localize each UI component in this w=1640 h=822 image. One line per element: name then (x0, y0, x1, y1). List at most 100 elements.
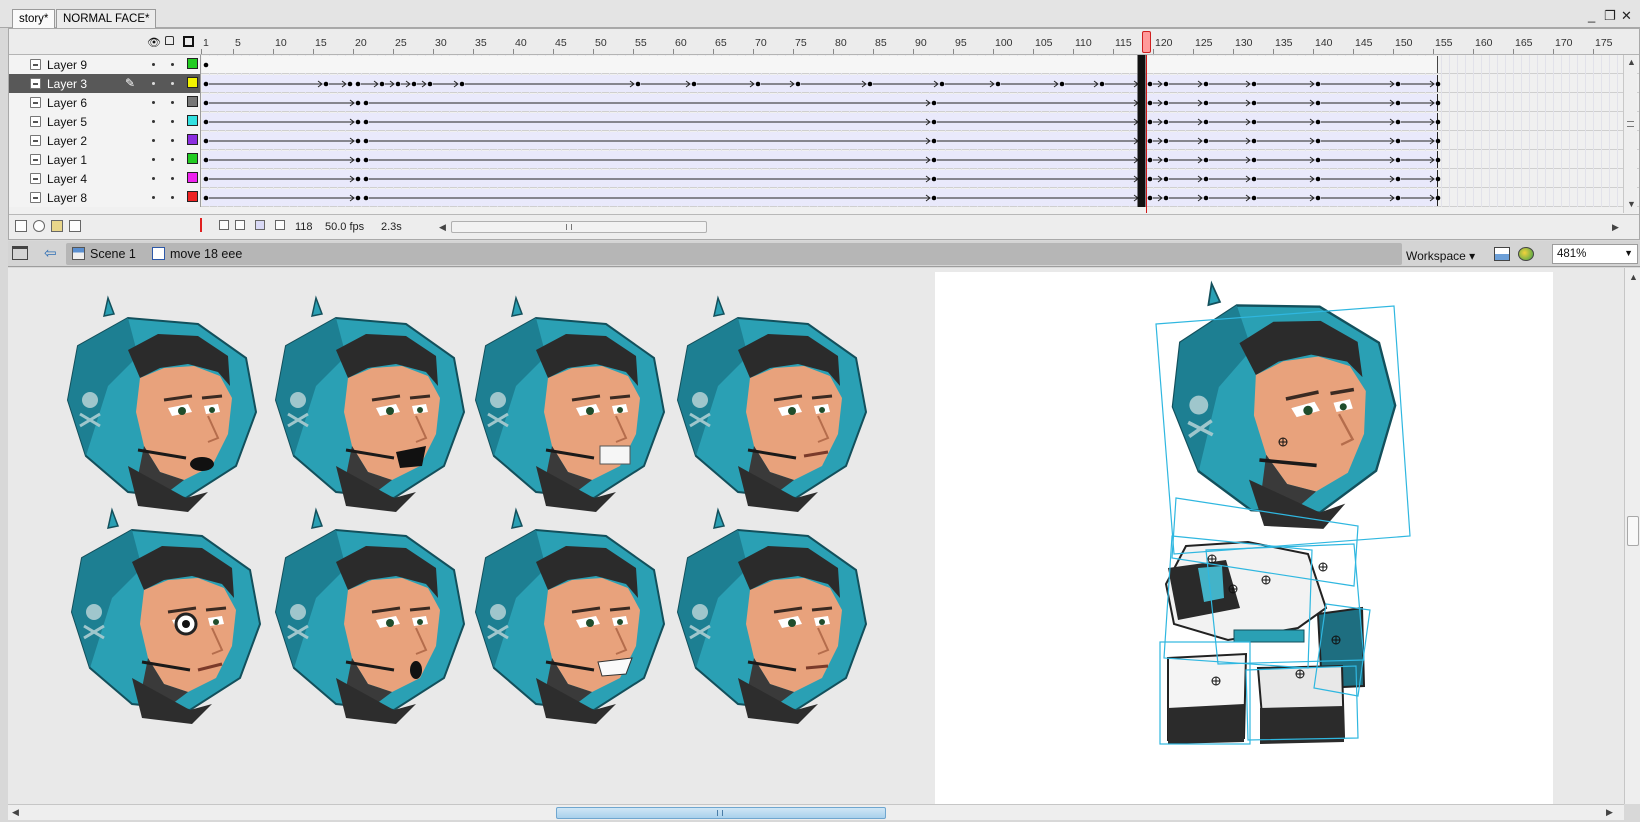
layer-outline-color[interactable] (187, 96, 198, 107)
layer-outline-color[interactable] (187, 115, 198, 126)
face-expression-2[interactable] (274, 296, 466, 514)
character-selected[interactable] (1155, 269, 1411, 745)
keyframe[interactable] (1147, 119, 1153, 125)
layer-header[interactable]: Layer 6 (9, 93, 201, 112)
keyframe[interactable] (1251, 81, 1257, 87)
layer-name[interactable]: Layer 3 (47, 77, 87, 91)
keyframe[interactable] (1435, 176, 1441, 182)
keyframe[interactable] (363, 100, 369, 106)
keyframe[interactable] (1395, 195, 1401, 201)
visibility-toggle[interactable] (152, 82, 155, 85)
keyframe[interactable] (1147, 81, 1153, 87)
minimize-button[interactable]: _ (1588, 8, 1595, 23)
current-frame-cell[interactable] (1137, 93, 1146, 112)
layer-header[interactable]: Layer 3 ✎ (9, 74, 201, 93)
keyframe[interactable] (867, 81, 873, 87)
lock-icon[interactable] (165, 36, 174, 45)
keyframe[interactable] (1315, 100, 1321, 106)
edit-scene-icon[interactable] (1518, 247, 1534, 261)
new-folder-icon[interactable] (51, 220, 63, 232)
layer-name[interactable]: Layer 4 (47, 172, 87, 186)
keyframe[interactable] (355, 100, 361, 106)
keyframe[interactable] (355, 157, 361, 163)
lock-toggle[interactable] (171, 139, 174, 142)
current-frame-cell[interactable] (1137, 74, 1146, 93)
keyframe[interactable] (635, 81, 641, 87)
timeline-toggle-icon[interactable] (12, 246, 28, 260)
keyframe[interactable] (1251, 100, 1257, 106)
layer-outline-color[interactable] (187, 77, 198, 88)
keyframe[interactable] (1251, 195, 1257, 201)
lock-toggle[interactable] (171, 63, 174, 66)
layer-header[interactable]: Layer 1 (9, 150, 201, 169)
keyframe[interactable] (1315, 157, 1321, 163)
keyframe[interactable] (363, 195, 369, 201)
visibility-toggle[interactable] (152, 101, 155, 104)
keyframe[interactable] (931, 157, 937, 163)
playhead[interactable] (1142, 31, 1151, 53)
lock-toggle[interactable] (171, 82, 174, 85)
keyframe[interactable] (1315, 176, 1321, 182)
scroll-right-icon[interactable]: ▶ (1612, 222, 1619, 233)
keyframe[interactable] (1203, 176, 1209, 182)
keyframe[interactable] (931, 119, 937, 125)
keyframe[interactable] (363, 119, 369, 125)
keyframe[interactable] (395, 81, 401, 87)
breadcrumb-scene[interactable]: Scene 1 (90, 247, 136, 261)
new-layer-icon[interactable] (15, 220, 27, 232)
layer-row[interactable]: Layer 4 (9, 169, 1639, 188)
keyframe[interactable] (1203, 100, 1209, 106)
keyframe[interactable] (355, 119, 361, 125)
motion-guide-icon[interactable] (33, 220, 45, 232)
lock-toggle[interactable] (171, 177, 174, 180)
layer-frames[interactable] (202, 55, 1639, 74)
keyframe[interactable] (1163, 100, 1169, 106)
layer-name[interactable]: Layer 5 (47, 115, 87, 129)
modify-markers-icon[interactable] (275, 220, 285, 230)
keyframe[interactable] (1251, 119, 1257, 125)
layer-frames[interactable] (202, 169, 1639, 188)
keyframe[interactable] (1163, 119, 1169, 125)
back-arrow-icon[interactable]: ⇦ (44, 244, 57, 262)
current-frame-cell[interactable] (1137, 131, 1146, 150)
stage-vertical-scrollbar[interactable]: ▲ (1624, 268, 1640, 804)
keyframe[interactable] (1435, 195, 1441, 201)
keyframe[interactable] (1147, 100, 1153, 106)
keyframe[interactable] (363, 138, 369, 144)
visibility-toggle[interactable] (152, 196, 155, 199)
frame-rate-value[interactable]: 50.0 fps (325, 221, 364, 233)
face-expression-4[interactable] (676, 296, 868, 514)
keyframe[interactable] (203, 176, 209, 182)
stage[interactable] (8, 268, 1624, 804)
visibility-toggle[interactable] (152, 120, 155, 123)
eye-icon[interactable]: 👁 (147, 36, 161, 49)
current-frame-cell[interactable] (1137, 112, 1146, 131)
layer-frames[interactable] (202, 188, 1639, 207)
keyframe[interactable] (355, 176, 361, 182)
keyframe[interactable] (691, 81, 697, 87)
outline-icon[interactable] (183, 36, 194, 47)
keyframe[interactable] (1147, 138, 1153, 144)
layer-header[interactable]: Layer 5 (9, 112, 201, 131)
keyframe[interactable] (1395, 157, 1401, 163)
visibility-toggle[interactable] (152, 63, 155, 66)
edit-symbols-icon[interactable] (1494, 247, 1510, 261)
keyframe[interactable] (931, 176, 937, 182)
keyframe[interactable] (203, 81, 209, 87)
layer-name[interactable]: Layer 8 (47, 191, 87, 205)
keyframe[interactable] (355, 195, 361, 201)
layer-header[interactable]: Layer 8 (9, 188, 201, 207)
keyframe[interactable] (1251, 157, 1257, 163)
workspace-menu[interactable]: Workspace ▾ (1406, 249, 1475, 263)
layer-name[interactable]: Layer 2 (47, 134, 87, 148)
stage-horizontal-scrollbar[interactable]: ◀ ▶ (8, 804, 1624, 820)
keyframe[interactable] (1435, 100, 1441, 106)
onion-skin-icon[interactable] (219, 220, 229, 230)
keyframe[interactable] (1315, 195, 1321, 201)
layer-row[interactable]: Layer 5 (9, 112, 1639, 131)
layer-row[interactable]: Layer 8 (9, 188, 1639, 207)
keyframe[interactable] (1163, 195, 1169, 201)
layer-outline-color[interactable] (187, 134, 198, 145)
layer-header[interactable]: Layer 9 (9, 55, 201, 74)
keyframe[interactable] (203, 62, 209, 68)
